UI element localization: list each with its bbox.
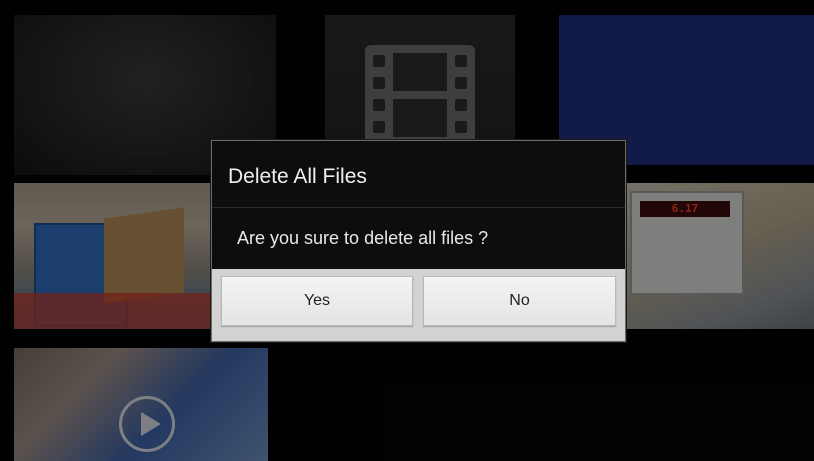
no-button[interactable]: No (423, 276, 616, 326)
dialog-divider (212, 207, 625, 208)
dialog-title: Delete All Files (228, 165, 367, 188)
yes-button[interactable]: Yes (221, 276, 413, 326)
dialog-button-bar: Yes No (212, 269, 625, 341)
delete-confirm-dialog: Delete All Files Are you sure to delete … (211, 140, 626, 342)
dialog-message: Are you sure to delete all files ? (237, 228, 489, 248)
